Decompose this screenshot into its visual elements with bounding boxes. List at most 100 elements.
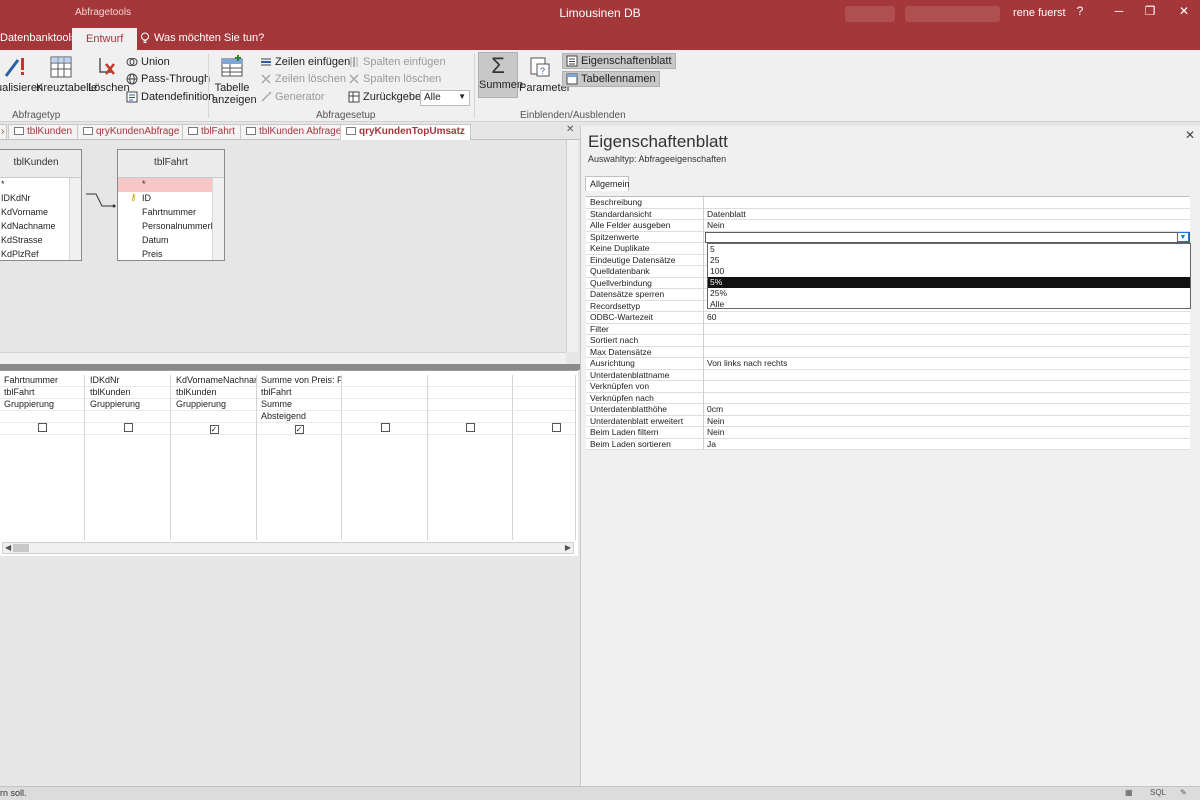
dropdown-option[interactable]: 25% [708,288,1190,299]
field-list-title[interactable]: tblFahrt [118,150,224,178]
grid-table-cell[interactable]: tblKunden [172,387,256,399]
design-horizontal-scrollbar[interactable] [0,352,566,364]
tabelle-anzeigen-button[interactable]: Tabelle anzeigen [212,54,257,106]
scroll-right-icon[interactable]: ▶ [565,543,571,552]
minimize-button[interactable]: ─ [1105,4,1133,22]
grid-table-cell[interactable] [428,387,512,399]
doc-tab-tblkunden[interactable]: tblKunden [8,124,79,139]
field-list-title[interactable]: tblKunden [0,150,81,178]
grid-field-cell[interactable]: Fahrtnummer [0,375,84,387]
relationship-line[interactable] [82,190,118,212]
show-checkbox[interactable] [380,423,390,432]
grid-total-cell[interactable] [428,399,512,411]
dropdown-option[interactable]: 5 [708,244,1190,255]
doc-tab-overflow[interactable]: › [0,124,8,139]
pass-through-button[interactable]: Pass-Through [126,73,210,85]
field-list-scrollbar[interactable] [212,178,224,260]
eigenschaftenblatt-button[interactable]: Eigenschaftenblatt [562,53,676,69]
grid-column[interactable] [514,375,576,540]
union-button[interactable]: Union [126,56,170,68]
grid-field-cell[interactable]: Summe von Preis: Prei [257,375,341,387]
grid-table-cell[interactable]: tblKunden [86,387,170,399]
aktualisieren-button[interactable]: ualisieren [0,54,43,94]
property-row[interactable]: Beim Laden filtern Nein [586,427,1190,439]
field-list-tblfahrt[interactable]: tblFahrt * ⚷ ID Fahrtnummer Personalnumm… [117,149,225,261]
property-row[interactable]: ODBC-Wartezeit 60 [586,312,1190,324]
property-row[interactable]: Beschreibung [586,197,1190,209]
design-vertical-scrollbar[interactable] [566,140,578,352]
restore-button[interactable]: ❐ [1136,4,1164,22]
show-checkbox[interactable] [465,423,475,432]
zurueckgeben-select[interactable]: Alle ▼ [420,90,470,106]
property-row[interactable]: Unterdatenblatthöhe 0cm [586,404,1190,416]
spalten-loeschen-button[interactable]: Spalten löschen [348,73,441,85]
sql-view-button[interactable]: SQL [1150,788,1166,799]
grid-field-cell[interactable]: KdVornameNachname [172,375,256,387]
datendefinition-button[interactable]: Datendefinition [126,91,214,103]
parameter-button[interactable]: ? Parameter [519,54,570,94]
property-row[interactable]: Alle Felder ausgeben Nein [586,220,1190,232]
field-item[interactable]: ⚷ ID [118,192,224,206]
field-item[interactable]: Fahrtnummer [118,206,224,220]
user-name[interactable]: rene fuerst [1013,7,1066,19]
doc-tab-qrykundentopumsatz[interactable]: qryKundenTopUmsatz [340,124,471,140]
property-row[interactable]: Filter [586,323,1190,335]
grid-table-cell[interactable]: tblFahrt [257,387,341,399]
grid-table-cell[interactable]: tblFahrt [0,387,84,399]
field-item[interactable]: PersonalnummerF [118,220,224,234]
grid-field-cell[interactable] [343,375,427,387]
property-row[interactable]: Verknüpfen nach [586,392,1190,404]
doc-tab-tblfahrt[interactable]: tblFahrt [182,124,241,139]
grid-column[interactable]: IDKdNr tblKunden Gruppierung [86,375,171,540]
grid-sort-cell[interactable] [343,411,427,423]
tab-datenbanktools[interactable]: Datenbanktools [0,32,76,44]
property-row[interactable]: Unterdatenblattname [586,369,1190,381]
dropdown-option-highlighted[interactable]: 5% [708,277,1190,288]
grid-column[interactable]: Summe von Preis: Prei tblFahrt Summe Abs… [257,375,342,540]
grid-sort-cell[interactable] [172,411,256,423]
field-item[interactable]: Datum [118,234,224,248]
tabellennamen-button[interactable]: Tabellennamen [562,71,660,87]
grid-sort-cell[interactable] [0,411,84,423]
doc-tab-qrykundenabfrage[interactable]: qryKundenAbfrage [77,124,186,139]
summen-button[interactable]: Σ Summen [478,52,523,98]
datasheet-view-icon[interactable]: ▦ [1125,788,1133,799]
grid-total-cell[interactable] [514,399,575,411]
scroll-left-icon[interactable]: ◀ [5,543,11,552]
field-item[interactable]: Preis [118,248,224,262]
field-list-tblkunden[interactable]: tblKunden * IDKdNr KdVorname KdNachname … [0,149,82,261]
grid-sort-cell[interactable] [86,411,170,423]
property-row[interactable]: Sortiert nach [586,335,1190,347]
spalten-einfuegen-button[interactable]: Spalten einfügen [348,56,446,68]
dropdown-option[interactable]: Alle [708,299,1190,310]
design-view-icon[interactable]: ✎ [1180,788,1187,799]
grid-field-cell[interactable] [428,375,512,387]
close-icon[interactable]: ✕ [1185,128,1195,142]
property-row-spitzenwerte[interactable]: Spitzenwerte ▼ [586,231,1190,243]
generator-button[interactable]: Generator [260,91,325,103]
grid-sort-cell[interactable] [428,411,512,423]
grid-total-cell[interactable]: Gruppierung [0,399,84,411]
grid-total-cell[interactable]: Gruppierung [86,399,170,411]
close-window-button[interactable]: ✕ [1170,4,1198,22]
show-checkbox[interactable]: ✓ [209,425,219,434]
grid-total-cell[interactable] [343,399,427,411]
tell-me-box[interactable]: Was möchten Sie tun? [140,32,264,44]
scroll-thumb[interactable] [13,544,29,552]
grid-sort-cell[interactable] [514,411,575,423]
grid-column[interactable]: Fahrtnummer tblFahrt Gruppierung [0,375,85,540]
show-checkbox[interactable]: ✓ [294,425,304,434]
grid-column[interactable] [428,375,513,540]
kreuztabelle-button[interactable]: Kreuztabelle [36,54,97,94]
property-row[interactable]: Verknüpfen von [586,381,1190,393]
zeilen-loeschen-button[interactable]: Zeilen löschen [260,73,346,85]
grid-column[interactable]: KdVornameNachname tblKunden Gruppierung … [172,375,257,540]
grid-field-cell[interactable] [514,375,575,387]
doc-tab-tblkunden-abfrage[interactable]: tblKunden Abfrage [240,124,348,139]
grid-total-cell[interactable]: Gruppierung [172,399,256,411]
grid-total-cell[interactable]: Summe [257,399,341,411]
tab-allgemein[interactable]: Allgemein [585,176,630,191]
property-row[interactable]: Max Datensätze [586,346,1190,358]
show-checkbox[interactable] [552,423,561,432]
show-checkbox[interactable] [123,423,133,432]
